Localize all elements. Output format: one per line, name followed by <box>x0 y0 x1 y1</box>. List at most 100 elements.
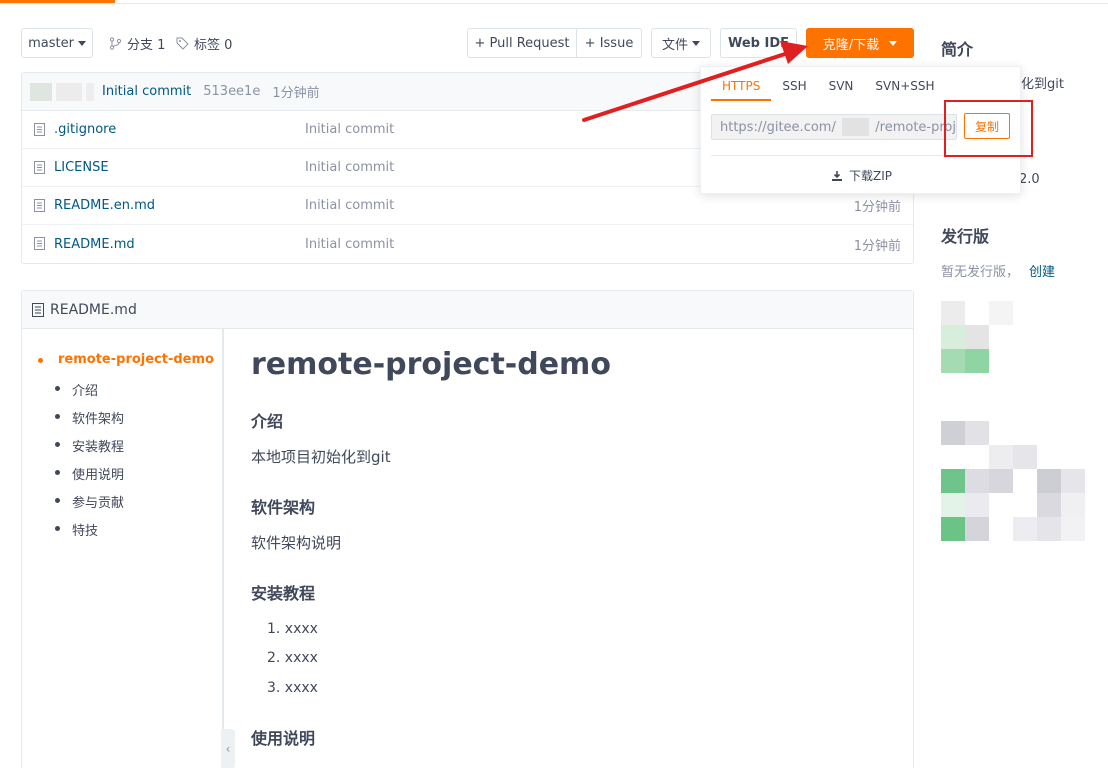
toc-label: 使用说明 <box>72 468 125 483</box>
redacted-block <box>989 301 1013 325</box>
download-icon <box>832 171 842 181</box>
tab-https[interactable]: HTTPS <box>711 67 772 101</box>
redacted-block <box>941 325 965 349</box>
toc-item[interactable]: 安装教程 <box>55 436 125 455</box>
tab-svn[interactable]: SVN <box>818 67 865 101</box>
redacted-block <box>989 469 1013 493</box>
tags-label: 标签 0 <box>194 38 233 53</box>
file-commit-message[interactable]: Initial commit <box>305 160 394 175</box>
file-name[interactable]: .gitignore <box>54 122 116 137</box>
redacted-block <box>965 349 989 373</box>
readme-toc: remote-project-demo 介绍 软件架构 安装教程 使用说明 参与… <box>22 329 224 768</box>
redacted-block <box>1037 469 1061 493</box>
toc-label: 参与贡献 <box>72 496 125 511</box>
license-text[interactable]: 2.0 <box>1019 172 1040 187</box>
top-nav-underline <box>0 0 1108 4</box>
toc-label: 安装教程 <box>72 440 125 455</box>
intro-heading: 简介 <box>941 40 974 59</box>
file-name[interactable]: README.md <box>54 237 135 252</box>
bullet <box>55 414 60 419</box>
readme-h1: remote-project-demo <box>251 347 611 382</box>
toc-label: 介绍 <box>72 384 99 399</box>
readme-header: README.md <box>22 291 913 329</box>
bullet <box>55 498 60 503</box>
tab-ssh[interactable]: SSH <box>771 67 817 101</box>
file-commit-message[interactable]: Initial commit <box>305 122 394 137</box>
download-zip-link[interactable]: 下载ZIP <box>701 167 1022 184</box>
readme-panel: README.md remote-project-demo 介绍 软件架构 安装… <box>21 290 914 768</box>
section-heading: 安装教程 <box>251 584 316 603</box>
redacted-block <box>1061 469 1085 493</box>
redacted-block <box>941 493 965 517</box>
file-time: 1分钟前 <box>853 200 901 215</box>
redacted-block <box>965 325 989 349</box>
redacted-block <box>941 469 965 493</box>
section-heading: 软件架构 <box>251 498 316 517</box>
bullet <box>55 386 60 391</box>
pull-request-button[interactable]: + Pull Request <box>467 28 577 58</box>
files-label: 文件 <box>661 37 688 53</box>
toc-label: 特技 <box>72 524 99 539</box>
table-row[interactable]: README.md Initial commit 1分钟前 <box>22 225 913 263</box>
redacted-block <box>1061 517 1085 541</box>
avatar <box>30 82 52 101</box>
redacted-block <box>941 301 965 325</box>
web-ide-button[interactable]: Web IDE <box>720 28 797 58</box>
bullet <box>55 470 60 475</box>
list-item: 1. xxxx <box>267 621 318 637</box>
bullet <box>55 442 60 447</box>
redacted-block <box>1037 517 1061 541</box>
file-commit-message[interactable]: Initial commit <box>305 198 394 213</box>
branch-select[interactable]: master <box>21 28 93 58</box>
toc-item[interactable]: 介绍 <box>55 380 99 399</box>
commit-message-link[interactable]: Initial commit <box>102 84 191 99</box>
paragraph: 软件架构说明 <box>251 534 342 552</box>
file-icon <box>34 199 45 212</box>
issue-button[interactable]: + Issue <box>576 28 642 58</box>
toc-item[interactable]: 软件架构 <box>55 408 125 427</box>
redacted-block <box>1061 493 1085 517</box>
protocol-tabs: HTTPS SSH SVN SVN+SSH <box>711 67 946 101</box>
toc-item[interactable]: 特技 <box>55 520 99 539</box>
file-icon <box>34 161 45 174</box>
branches-label: 分支 1 <box>127 38 166 53</box>
web-ide-label: Web IDE <box>727 35 790 51</box>
author-name-redacted <box>56 82 82 101</box>
redacted-block <box>965 469 989 493</box>
tab-svn-ssh[interactable]: SVN+SSH <box>864 67 945 101</box>
file-name[interactable]: LICENSE <box>54 160 109 175</box>
bullet <box>38 358 43 363</box>
tags-count[interactable]: 标签 0 <box>176 34 232 53</box>
file-icon <box>32 302 44 317</box>
redacted-block <box>941 421 965 445</box>
file-time: 1分钟前 <box>853 238 901 254</box>
toc-label: 软件架构 <box>72 412 125 427</box>
file-commit-message[interactable]: Initial commit <box>305 237 394 252</box>
issue-label: + Issue <box>584 35 634 51</box>
toc-collapse-handle[interactable]: ‹ <box>221 729 235 768</box>
files-menu-button[interactable]: 文件 <box>651 28 711 58</box>
intro-text: 化到git <box>1021 77 1064 92</box>
clone-url-field[interactable]: https://gitee.com//remote-proj <box>711 114 957 140</box>
redacted-block <box>1037 493 1061 517</box>
redacted-block <box>965 517 989 541</box>
file-name[interactable]: README.en.md <box>54 198 155 213</box>
commit-hash[interactable]: 513ee1e <box>203 84 260 99</box>
active-tab-indicator <box>0 0 115 3</box>
toc-label: remote-project-demo <box>58 352 214 367</box>
toc-item[interactable]: remote-project-demo <box>38 352 214 367</box>
clone-download-button[interactable]: 克隆/下载 <box>806 28 914 58</box>
toc-item[interactable]: 参与贡献 <box>55 492 125 511</box>
toc-item[interactable]: 使用说明 <box>55 464 125 483</box>
chevron-down-icon <box>889 40 898 46</box>
commit-time: 1分钟前 <box>272 86 320 101</box>
redacted-block <box>965 421 989 445</box>
redacted-block <box>989 445 1013 469</box>
branch-label: master <box>28 35 74 51</box>
annotation-highlight-box <box>944 100 1033 157</box>
url-prefix: https://gitee.com/ <box>720 119 836 135</box>
branches-count[interactable]: 分支 1 <box>109 34 165 53</box>
create-release-link[interactable]: 创建 <box>1029 261 1055 280</box>
redacted-block <box>1013 445 1037 469</box>
branch-icon <box>109 37 122 50</box>
